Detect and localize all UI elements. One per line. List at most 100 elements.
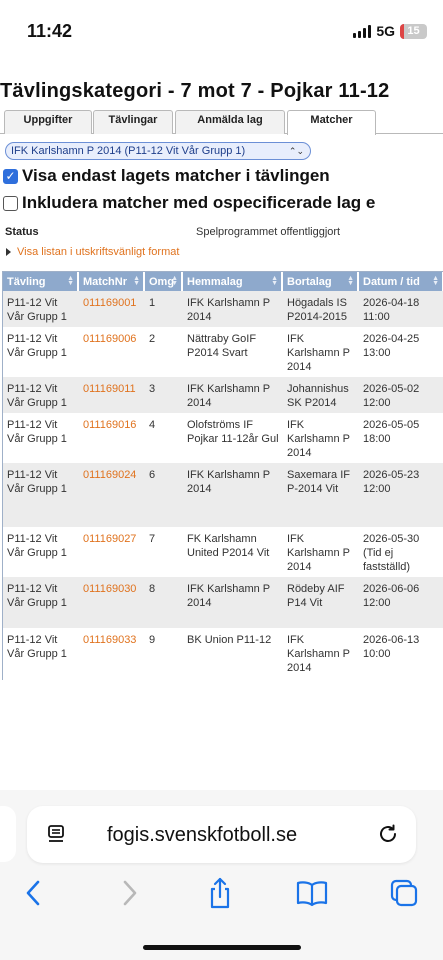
share-button[interactable] (202, 875, 238, 911)
table-row: P11-12 Vit Vår Grupp 1 011169001 1 IFK K… (3, 291, 443, 327)
battery-percent: 15 (407, 24, 420, 37)
cell-hemmalag: IFK Karlshamn P 2014 (183, 291, 283, 327)
forward-icon (123, 880, 137, 906)
table-row: P11-12 Vit Vår Grupp 1 011169027 7 FK Ka… (3, 527, 443, 577)
col-header-hemmalag[interactable]: Hemmalag ▲ ▼ (183, 272, 283, 291)
col-header-label: Hemmalag (187, 275, 243, 288)
table-row: P11-12 Vit Vår Grupp 1 011169006 2 Nättr… (3, 327, 443, 377)
previous-tab-card[interactable] (0, 806, 16, 862)
status-row: Status Spelprogrammet offentliggjort (5, 226, 340, 238)
cell-datum: 2026-05-05 18:00 (359, 413, 443, 463)
cell-hemmalag: IFK Karlshamn P 2014 (183, 377, 283, 413)
match-link[interactable]: 011169011 (79, 377, 145, 413)
sort-icon: ▲ ▼ (347, 275, 354, 287)
cell-datum: 2026-05-02 12:00 (359, 377, 443, 413)
reload-icon[interactable] (376, 822, 400, 846)
cell-datum: 2026-04-25 13:00 (359, 327, 443, 377)
cell-bortalag: Rödeby AIF P14 Vit (283, 577, 359, 628)
matches-table: Tävling ▲ ▼ MatchNr ▲ ▼ Omg ▲ ▼ Hemmalag ▲ ▼ Bor… (2, 271, 443, 680)
unspecified-option[interactable]: Inkludera matcher med ospecificerade lag… (3, 193, 375, 213)
cell-bortalag: IFK Karlshamn P 2014 (283, 327, 359, 377)
cell-hemmalag: IFK Karlshamn P 2014 (183, 463, 283, 527)
reader-icon[interactable] (46, 824, 66, 844)
back-button[interactable] (16, 875, 52, 911)
match-link[interactable]: 011169030 (79, 577, 145, 628)
status-value: Spelprogrammet offentliggjort (196, 226, 341, 238)
cell-datum: 2026-06-06 12:00 (359, 577, 443, 628)
cell-omg: 8 (145, 577, 183, 628)
tabs-button[interactable] (386, 875, 422, 911)
sort-icon: ▲ ▼ (171, 275, 178, 287)
match-link[interactable]: 011169033 (79, 628, 145, 680)
match-link[interactable]: 011169001 (79, 291, 145, 327)
col-header-omg[interactable]: Omg ▲ ▼ (145, 272, 183, 291)
expand-arrow-icon (6, 248, 11, 256)
forward-button[interactable] (111, 875, 147, 911)
home-indicator[interactable] (143, 945, 301, 950)
team-select[interactable]: IFK Karlshamn P 2014 (P11-12 Vit Vår Gru… (5, 142, 311, 160)
back-icon (26, 880, 40, 906)
cell-tavling: P11-12 Vit Vår Grupp 1 (3, 577, 79, 628)
select-arrows-icon: ⌃⌄ (288, 146, 304, 156)
col-header-tavling[interactable]: Tävling ▲ ▼ (3, 272, 79, 291)
table-row: P11-12 Vit Vår Grupp 1 011169033 9 BK Un… (3, 628, 443, 680)
clock: 11:42 (27, 21, 73, 41)
cell-hemmalag: FK Karlshamn United P2014 Vit (183, 527, 283, 577)
signal-icon (353, 24, 372, 38)
cell-tavling: P11-12 Vit Vår Grupp 1 (3, 628, 79, 680)
cell-datum: 2026-04-18 11:00 (359, 291, 443, 327)
cell-omg: 4 (145, 413, 183, 463)
match-link[interactable]: 011169027 (79, 527, 145, 577)
tab-anmalda-lag[interactable]: Anmälda lag (175, 110, 285, 134)
team-only-option[interactable]: ✓ Visa endast lagets matcher i tävlingen (3, 166, 330, 186)
cell-tavling: P11-12 Vit Vår Grupp 1 (3, 463, 79, 527)
tab-bar: Uppgifter Tävlingar Anmälda lag Matcher (0, 110, 443, 135)
cell-tavling: P11-12 Vit Vår Grupp 1 (3, 527, 79, 577)
unspecified-checkbox[interactable] (3, 195, 18, 211)
cell-tavling: P11-12 Vit Vår Grupp 1 (3, 291, 79, 327)
address-bar[interactable]: fogis.svenskfotboll.se (27, 806, 416, 863)
col-header-matchnr[interactable]: MatchNr ▲ ▼ (79, 272, 145, 291)
cell-datum: 2026-05-23 12:00 (359, 463, 443, 527)
url-text: fogis.svenskfotboll.se (107, 824, 298, 846)
cell-omg: 9 (145, 628, 183, 680)
tab-uppgifter[interactable]: Uppgifter (4, 110, 92, 134)
cell-hemmalag: IFK Karlshamn P 2014 (183, 577, 283, 628)
cell-tavling: P11-12 Vit Vår Grupp 1 (3, 377, 79, 413)
cell-hemmalag: BK Union P11-12 (183, 628, 283, 680)
col-header-bortalag[interactable]: Bortalag ▲ ▼ (283, 272, 359, 291)
table-row: P11-12 Vit Vår Grupp 1 011169011 3 IFK K… (3, 377, 443, 413)
tabs-icon (390, 879, 418, 907)
cell-omg: 2 (145, 327, 183, 377)
table-row: P11-12 Vit Vår Grupp 1 011169024 6 IFK K… (3, 463, 443, 527)
table-header-row: Tävling ▲ ▼ MatchNr ▲ ▼ Omg ▲ ▼ Hemmalag ▲ ▼ Bor… (3, 272, 443, 291)
team-only-checkbox[interactable]: ✓ (3, 168, 18, 184)
bookmarks-button[interactable] (294, 875, 330, 911)
cell-bortalag: IFK Karlshamn P 2014 (283, 413, 359, 463)
col-header-label: Bortalag (287, 275, 332, 288)
match-link[interactable]: 011169024 (79, 463, 145, 527)
col-header-label: MatchNr (83, 275, 128, 288)
team-select-value: IFK Karlshamn P 2014 (P11-12 Vit Vår Gru… (11, 145, 246, 157)
print-format-label: Visa listan i utskriftsvänligt format (17, 246, 180, 258)
col-header-datum[interactable]: Datum / tid ▲ ▼ (359, 272, 443, 291)
cell-omg: 3 (145, 377, 183, 413)
cell-omg: 6 (145, 463, 183, 527)
status-bar: 11:42 5G 15 (0, 0, 443, 62)
cell-omg: 1 (145, 291, 183, 327)
status-label: Status (5, 226, 39, 238)
browser-toolbar (0, 875, 443, 915)
cell-hemmalag: Nättraby GoIF P2014 Svart (183, 327, 283, 377)
battery-icon: 15 (400, 23, 427, 39)
web-content: Tävlingskategori - 7 mot 7 - Pojkar 11-1… (0, 62, 443, 790)
page-title: Tävlingskategori - 7 mot 7 - Pojkar 11-1… (0, 80, 390, 102)
tab-tavlingar[interactable]: Tävlingar (93, 110, 173, 134)
table-row: P11-12 Vit Vår Grupp 1 011169016 4 Olofs… (3, 413, 443, 463)
col-header-label: Tävling (7, 275, 46, 288)
status-indicators: 5G 15 (353, 23, 427, 39)
sort-icon: ▲ ▼ (67, 275, 74, 287)
print-format-link[interactable]: Visa listan i utskriftsvänligt format (6, 246, 179, 258)
tab-matcher[interactable]: Matcher (287, 110, 376, 135)
match-link[interactable]: 011169006 (79, 327, 145, 377)
match-link[interactable]: 011169016 (79, 413, 145, 463)
